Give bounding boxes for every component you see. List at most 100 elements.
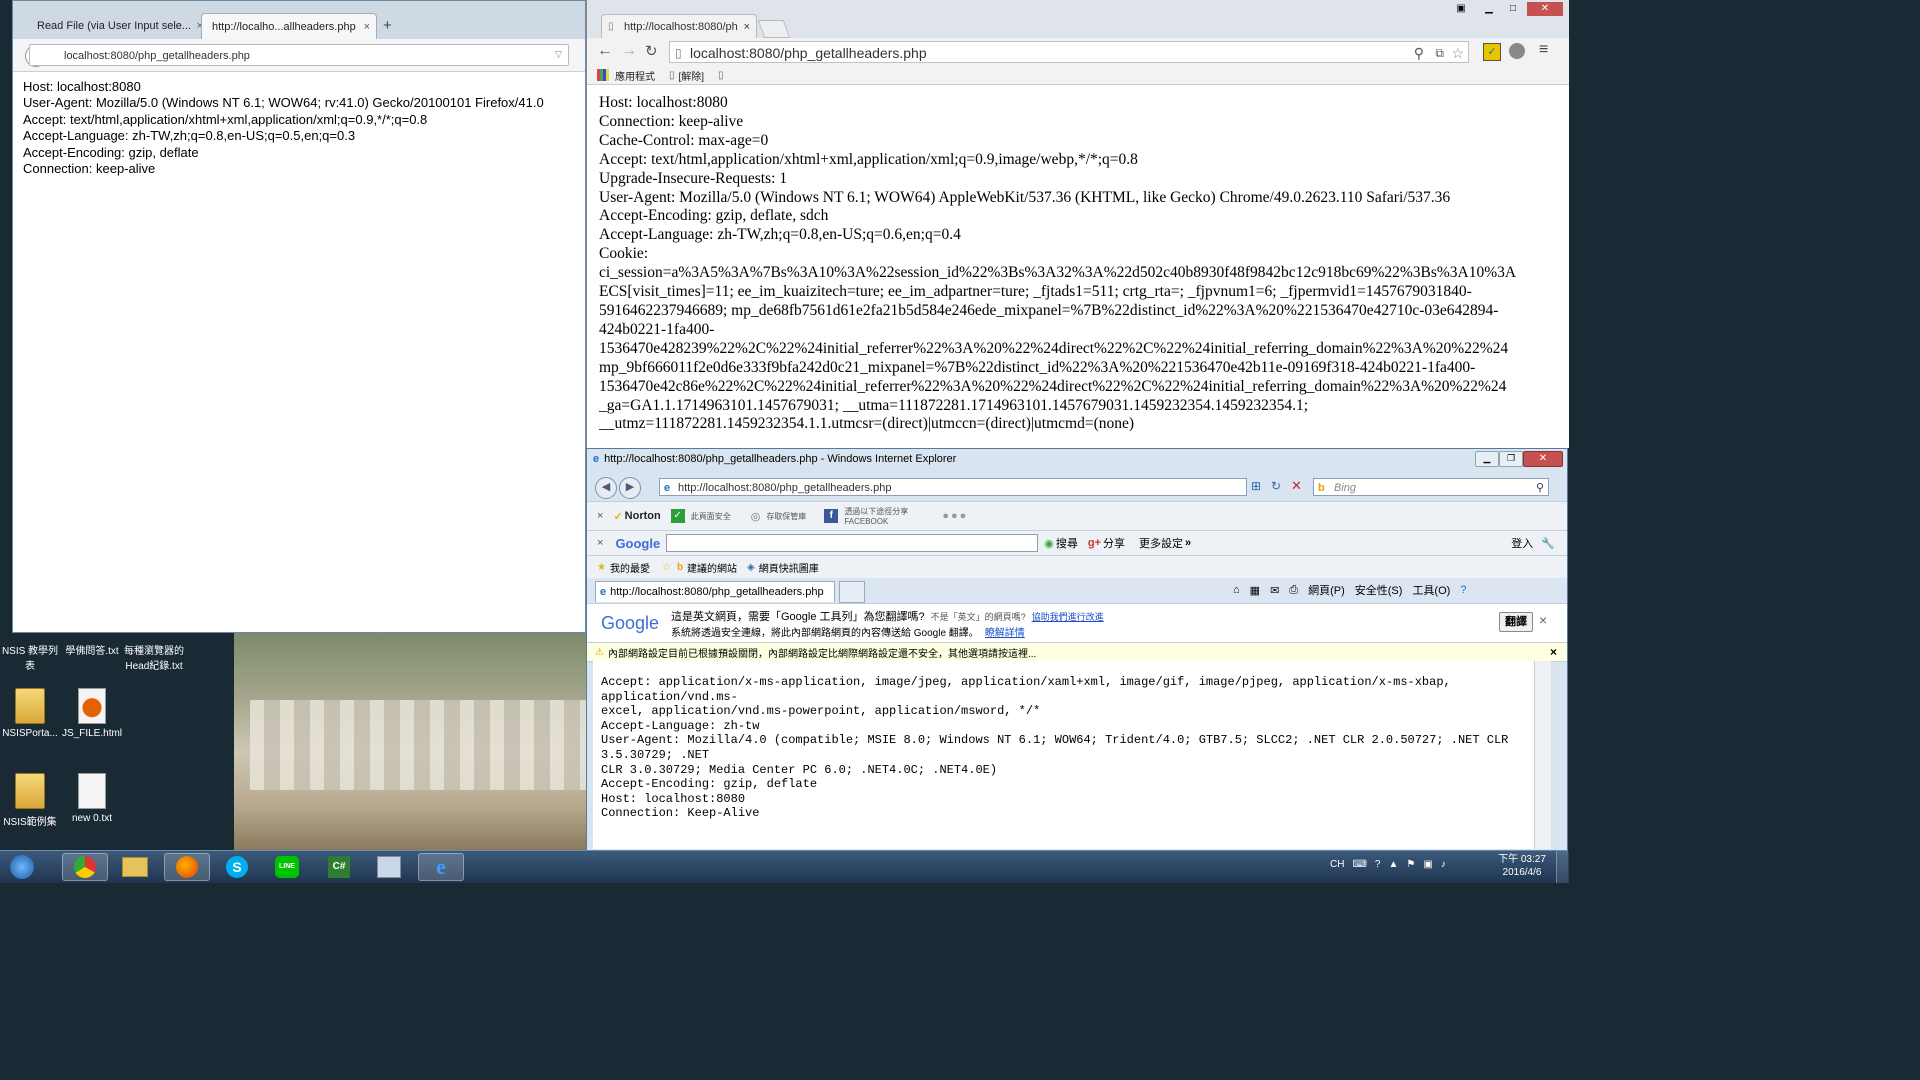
start-button[interactable] <box>2 853 42 881</box>
back-arrow-icon[interactable]: ← <box>597 42 613 60</box>
close-window-icon[interactable]: ✕ <box>1523 451 1563 467</box>
taskbar-ie[interactable]: e <box>418 853 464 881</box>
tray-expand-icon[interactable]: ▲ <box>1388 859 1398 870</box>
maximize-icon[interactable]: □ <box>1501 2 1525 16</box>
safety-menu[interactable]: 安全性(S) <box>1355 582 1403 598</box>
dropdown-arrow-icon[interactable]: ▽ <box>555 49 562 60</box>
ie-tab-row: e http://localhost:8080/php_getallheader… <box>587 578 1567 603</box>
close-tab-icon[interactable]: × <box>364 14 370 39</box>
taskbar-skype[interactable]: S <box>214 853 260 881</box>
taskbar-firefox[interactable] <box>164 853 210 881</box>
chrome-tab-headers[interactable]: ▯ http://localhost:8080/ph × <box>601 14 757 38</box>
close-window-icon[interactable]: ✕ <box>1527 2 1563 16</box>
volume-icon[interactable]: ♪ <box>1441 859 1446 870</box>
wrench-icon[interactable]: 🔧 <box>1541 537 1555 550</box>
help-improve-link[interactable]: 協助我們進行改進 <box>1032 610 1104 623</box>
close-infobar-icon[interactable]: × <box>1550 645 1557 659</box>
google-signin-button[interactable]: 登入 <box>1511 535 1533 551</box>
translate-icon[interactable]: ⧉ <box>1435 42 1444 64</box>
norton-brand[interactable]: Norton <box>625 510 661 522</box>
close-toolbar-icon[interactable]: × <box>597 510 603 522</box>
forward-arrow-icon[interactable]: ▶ <box>619 477 641 499</box>
menu-icon[interactable]: ≡ <box>1539 41 1548 59</box>
search-icon[interactable]: ⚲ <box>1536 479 1544 497</box>
flag-icon[interactable]: ⚑ <box>1406 859 1415 870</box>
taskbar-chrome[interactable] <box>62 853 108 881</box>
desktop-icon-nsisportable[interactable]: NSISPorta... <box>0 688 60 739</box>
suggested-sites-button[interactable]: 建議的網站 <box>687 560 737 575</box>
forward-arrow-icon[interactable]: → <box>621 42 637 60</box>
ie-search-box[interactable]: b Bing ⚲ <box>1313 478 1549 496</box>
desktop-icon-buddhism-qa[interactable]: 學佛問答.txt <box>62 642 122 657</box>
help-icon[interactable]: ? <box>1375 859 1381 870</box>
ie-address-bar[interactable]: e http://localhost:8080/php_getallheader… <box>659 478 1247 496</box>
desktop-icon-js-file[interactable]: JS_FILE.html <box>62 688 122 739</box>
language-indicator[interactable]: CH <box>1330 859 1344 870</box>
close-toolbar-icon[interactable]: × <box>597 537 603 549</box>
zoom-search-icon[interactable]: ⚲ <box>1414 42 1424 64</box>
back-arrow-icon[interactable]: ◀ <box>595 477 617 499</box>
tools-menu[interactable]: 工具(O) <box>1412 582 1450 598</box>
new-tab-button[interactable] <box>839 581 865 603</box>
chrome-address-bar[interactable]: ▯ localhost:8080/php_getallheaders.php ⚲… <box>669 41 1469 63</box>
taskbar-explorer[interactable] <box>112 853 158 881</box>
taskbar-network-app[interactable] <box>366 853 412 881</box>
desktop-icon-new-txt[interactable]: new 0.txt <box>62 773 122 824</box>
taskbar-line[interactable]: LINE <box>264 853 310 881</box>
ie-nav-bar: ◀ ▶ e http://localhost:8080/php_getallhe… <box>587 475 1567 499</box>
bookmark-unlock[interactable]: [解除] <box>679 68 705 83</box>
user-icon[interactable]: ▣ <box>1449 2 1473 16</box>
learn-more-link[interactable]: 瞭解詳情 <box>985 624 1025 639</box>
more-dots-icon[interactable]: ●●● <box>942 510 968 522</box>
refresh-icon[interactable]: ↻ <box>1271 479 1281 493</box>
header-line: Host: localhost:8080 <box>599 94 728 111</box>
print-icon[interactable]: ⎙ <box>1289 584 1298 597</box>
bookmark-star-icon[interactable]: ☆ <box>1451 42 1464 64</box>
favorites-button[interactable]: 我的最愛 <box>610 560 650 575</box>
extension-icon[interactable] <box>1509 43 1525 59</box>
firefox-address-bar[interactable]: localhost:8080/php_getallheaders.php <box>29 44 569 66</box>
minimize-icon[interactable]: ▁ <box>1475 451 1499 467</box>
ie-tab-headers[interactable]: e http://localhost:8080/php_getallheader… <box>595 581 835 602</box>
page-icon[interactable]: ▯ <box>718 70 724 81</box>
favorites-star-icon: ★ <box>597 561 606 573</box>
compatibility-icon[interactable]: ⊞ <box>1251 479 1261 493</box>
add-favorite-icon[interactable]: ☆ <box>662 562 671 573</box>
desktop-icon-nsis-examples[interactable]: NSIS範例集 <box>0 773 60 828</box>
firefox-tab-headers[interactable]: http://localho...allheaders.php × <box>201 13 377 39</box>
mail-icon[interactable]: ✉ <box>1270 584 1279 597</box>
google-share-button[interactable]: 分享 <box>1103 535 1125 551</box>
google-search-input[interactable] <box>666 534 1039 552</box>
firefox-tab-read-file[interactable]: Read File (via User Input sele... × <box>27 13 209 39</box>
help-icon[interactable]: ? <box>1460 584 1466 596</box>
close-translate-icon[interactable]: × <box>1539 612 1547 628</box>
norton-share[interactable]: 透過以下途徑分享 FACEBOOK <box>844 506 934 526</box>
stop-icon[interactable]: ✕ <box>1291 478 1302 494</box>
minimize-icon[interactable]: ▁ <box>1477 2 1501 16</box>
web-slice-gallery-button[interactable]: 網頁快訊圖庫 <box>759 560 819 575</box>
restore-icon[interactable]: ❐ <box>1499 451 1523 467</box>
translate-button[interactable]: 翻譯 <box>1499 612 1533 632</box>
close-tab-icon[interactable]: × <box>744 15 750 39</box>
network-icon[interactable]: ▣ <box>1423 859 1432 870</box>
show-desktop-button[interactable] <box>1556 851 1569 883</box>
norton-extension-icon[interactable]: ✓ <box>1483 43 1501 61</box>
norton-vault[interactable]: 存取保管庫 <box>766 511 818 522</box>
keyboard-icon[interactable]: ⌨ <box>1352 859 1366 870</box>
home-icon[interactable]: ⌂ <box>1233 584 1240 596</box>
reload-icon[interactable]: ↻ <box>645 42 658 60</box>
norton-safe[interactable]: 此頁面安全 <box>691 511 741 522</box>
new-tab-button[interactable] <box>757 20 791 38</box>
new-tab-button[interactable]: + <box>383 17 392 34</box>
desktop-icon-browser-head-log[interactable]: 每種瀏覽器的Head紀錄.txt <box>124 642 184 672</box>
feeds-icon[interactable]: ▦ <box>1250 584 1260 597</box>
page-menu[interactable]: 網頁(P) <box>1308 582 1345 598</box>
system-clock[interactable]: 下午 03:27 2016/4/6 <box>1492 853 1552 879</box>
ie-information-bar[interactable]: ⚠ 內部網路設定目前已根據預設關閉，內部網路設定比網際網路設定還不安全，其他選項… <box>587 642 1567 662</box>
vertical-scrollbar[interactable] <box>1534 661 1551 849</box>
google-more-button[interactable]: 更多設定 <box>1139 535 1183 551</box>
taskbar-csharp-editor[interactable]: C# <box>316 853 362 881</box>
google-search-button[interactable]: 搜尋 <box>1056 535 1078 551</box>
bookmark-apps[interactable]: 應用程式 <box>615 68 655 83</box>
desktop-icon-nsis-tutorial[interactable]: NSIS 教學列表 <box>0 642 60 672</box>
